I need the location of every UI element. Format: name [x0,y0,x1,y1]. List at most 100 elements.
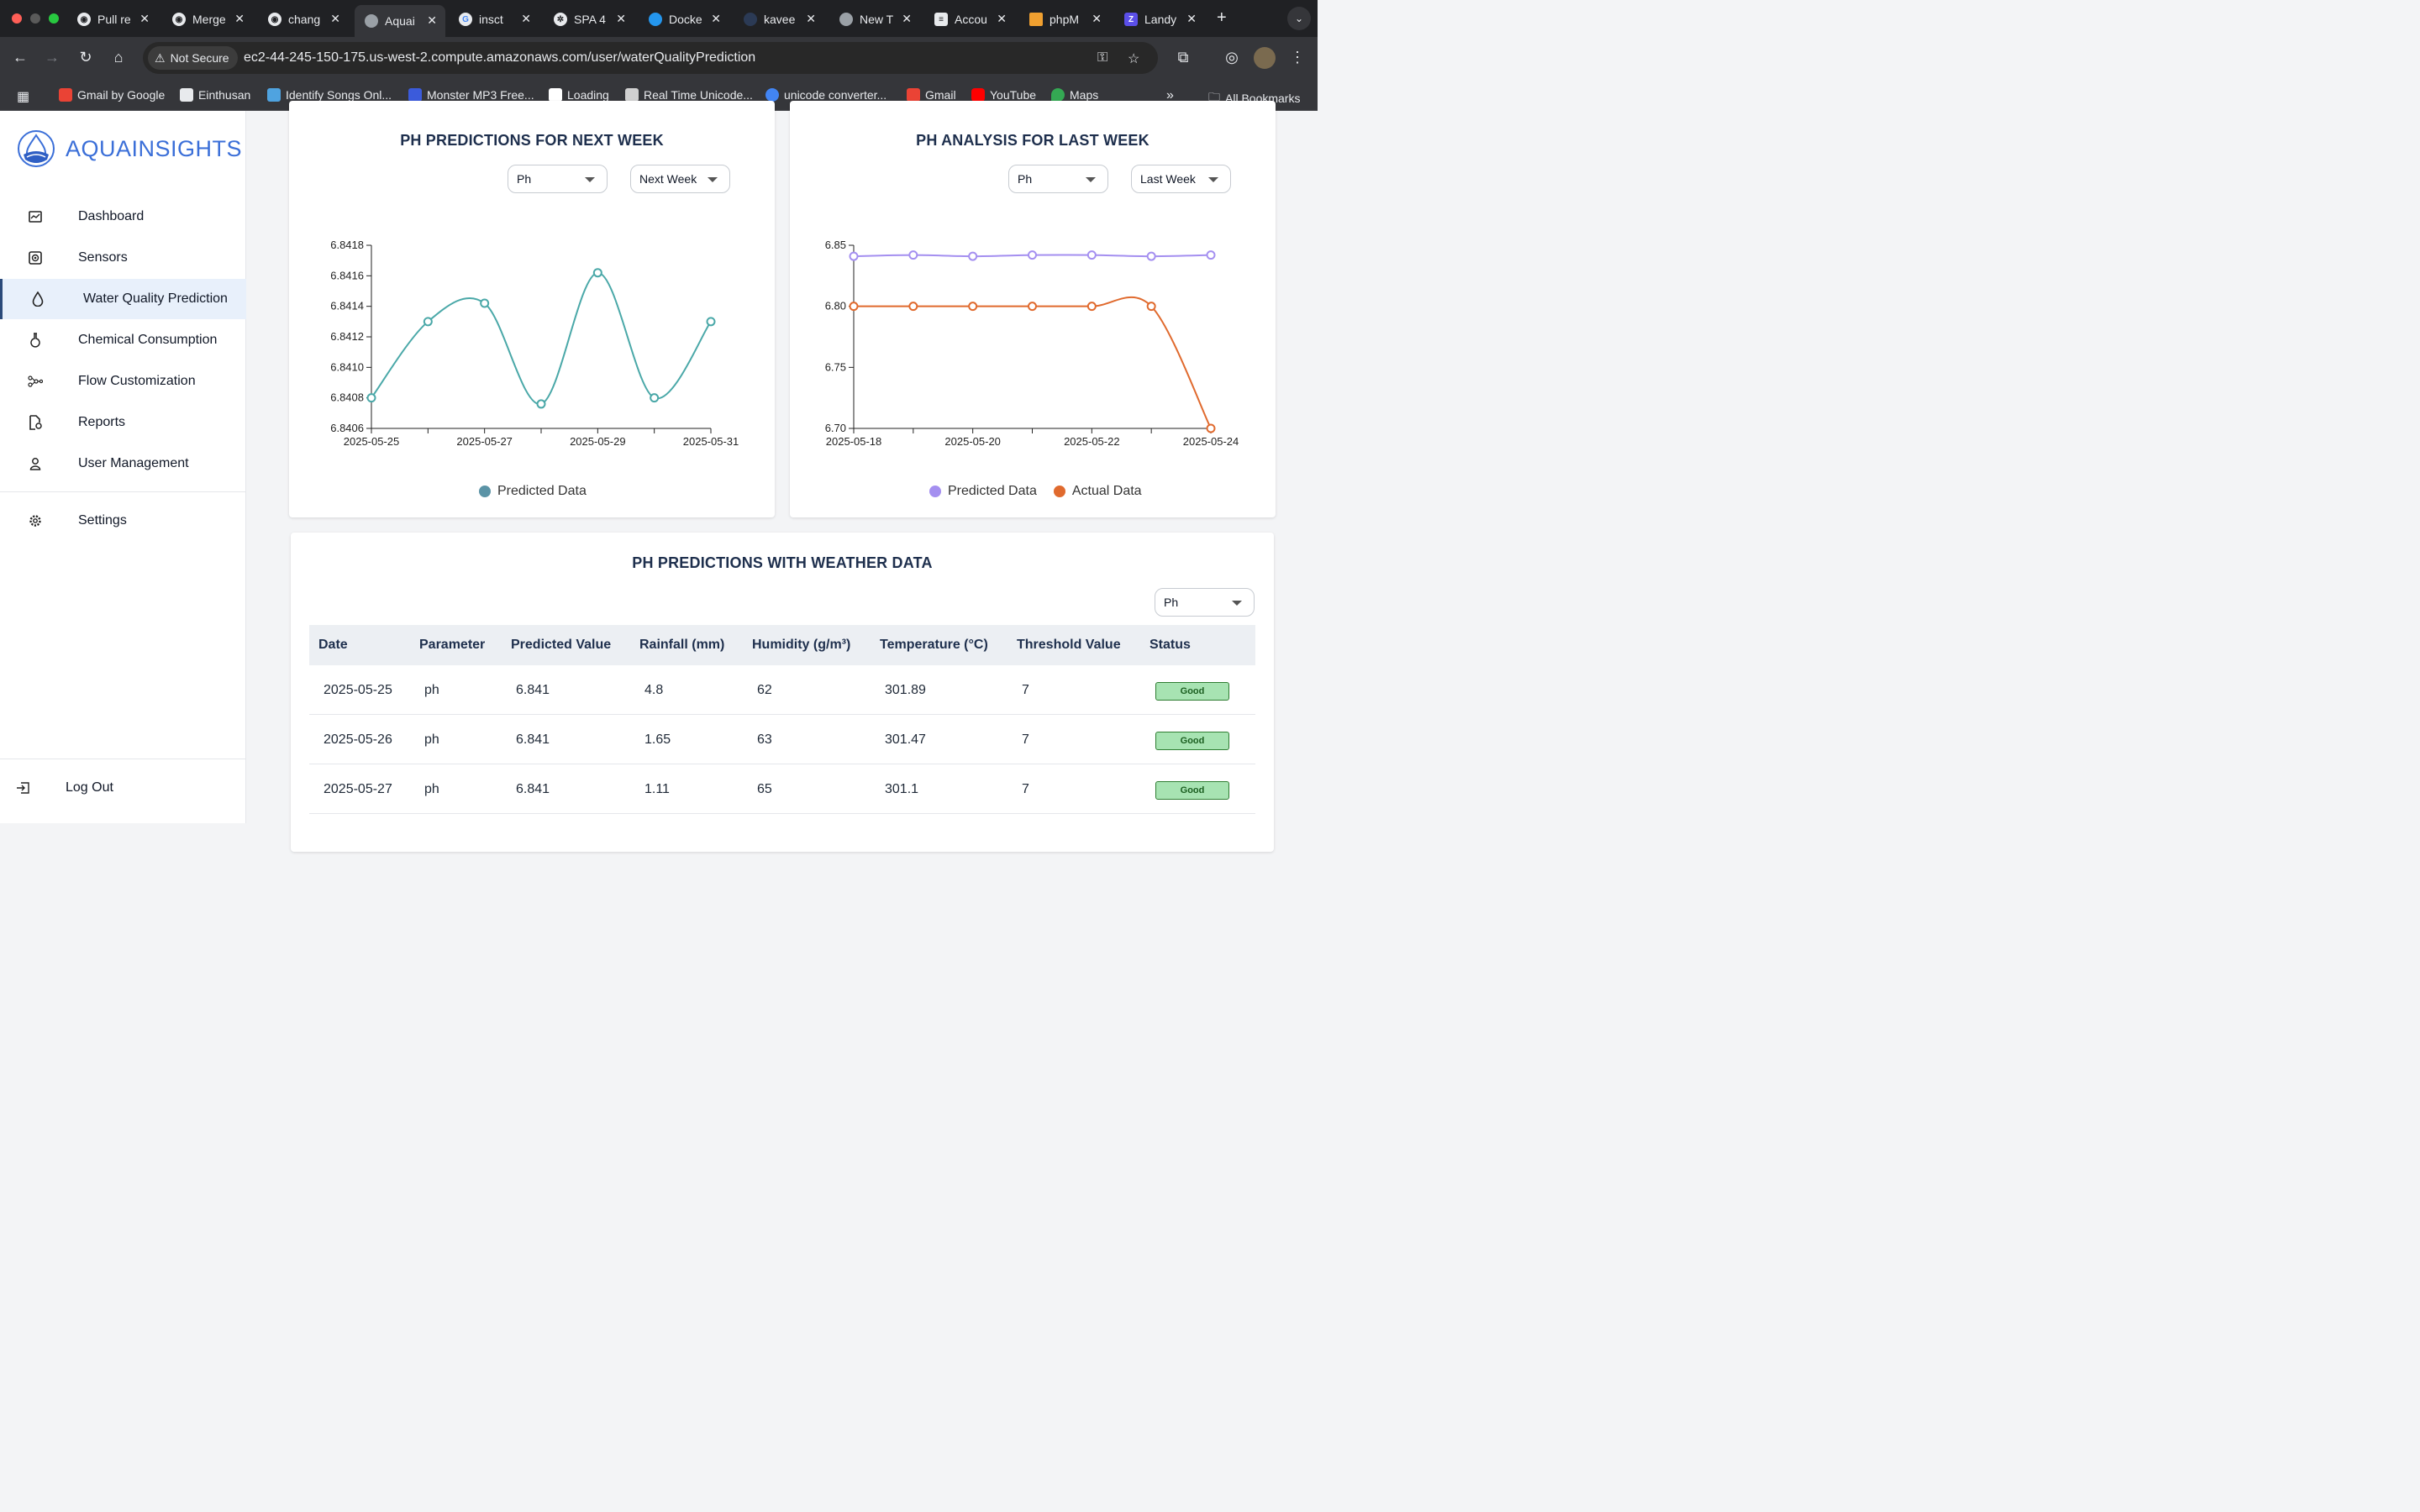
sidebar-item-reports[interactable]: Reports [0,402,246,443]
sidebar-item-flow-customization[interactable]: Flow Customization [0,361,246,402]
reload-icon[interactable]: ↻ [76,49,96,66]
bookmark-item[interactable]: unicode converter... [765,88,886,102]
sidebar-item-chemical-consumption[interactable]: Chemical Consumption [0,320,246,360]
close-tab-icon[interactable]: ✕ [427,13,437,28]
logo-text: AQUAINSIGHTS [66,135,243,161]
cell-parameter: ph [424,683,439,697]
key-icon[interactable]: ⚿ [1097,50,1107,66]
data-point [1028,250,1037,260]
column-header: Threshold Value [1017,638,1121,652]
home-icon[interactable]: ⌂ [108,49,129,66]
close-tab-icon[interactable]: ✕ [139,12,150,26]
column-header: Rainfall (mm) [639,638,725,652]
waveform-icon [267,88,281,102]
performance-icon[interactable]: ◎ [1222,49,1242,66]
close-window-button[interactable] [12,13,22,24]
water-drop-logo-icon [18,130,55,167]
logout-button[interactable]: Log Out [0,768,246,808]
close-tab-icon[interactable]: ✕ [234,12,245,26]
close-tab-icon[interactable]: ✕ [616,12,626,26]
x-tick-label: 2025-05-22 [1064,435,1120,448]
cell-rainfall: 1.11 [644,782,670,796]
cell-parameter: ph [424,782,439,796]
bookmark-item[interactable]: YouTube [971,88,1036,102]
cell-humidity: 65 [757,782,772,796]
close-tab-icon[interactable]: ✕ [330,12,340,26]
zoom-window-button[interactable] [49,13,59,24]
bookmark-item[interactable]: Gmail by Google [59,88,165,102]
next-week-prediction-card: PH PREDICTIONS FOR NEXT WEEK Ph Next Wee… [289,101,775,517]
sidebar-item-user-management[interactable]: User Management [0,444,246,484]
column-header: Predicted Value [511,638,612,652]
parameter-select[interactable]: Ph [1155,588,1255,617]
sidebar-item-settings[interactable]: Settings [0,501,246,541]
browser-tab[interactable]: Ginsct ✕ [449,7,539,32]
sidebar-item-water-quality-prediction[interactable]: Water Quality Prediction [0,279,246,319]
warning-icon: ⚠ [155,50,166,65]
close-tab-icon[interactable]: ✕ [902,12,912,26]
cell-predicted-value: 6.841 [516,683,550,697]
browser-tab[interactable]: Z Landy ✕ [1114,7,1205,32]
new-tab-icon[interactable]: + [1217,8,1227,28]
data-point [849,302,859,312]
security-indicator[interactable]: ⚠ Not Secure [148,46,238,70]
profile-avatar[interactable] [1254,47,1276,69]
x-tick-label: 2025-05-20 [944,435,1001,448]
forward-arrow-icon[interactable]: → [42,49,62,66]
sensor-icon [28,250,43,265]
column-header: Temperature (°C) [880,638,988,652]
close-tab-icon[interactable]: ✕ [711,12,721,26]
bookmark-item[interactable]: Identify Songs Onl... [267,88,392,102]
bookmark-item[interactable]: Einthusan [180,88,250,102]
browser-tab[interactable]: phpM ✕ [1019,7,1110,32]
cell-temperature: 301.89 [885,683,926,697]
close-tab-icon[interactable]: ✕ [806,12,816,26]
star-bookmark-icon[interactable]: ☆ [1128,50,1139,67]
browser-tab-active[interactable]: Aquai ✕ [355,5,445,37]
close-tab-icon[interactable]: ✕ [1186,12,1197,26]
close-tab-icon[interactable]: ✕ [521,12,531,26]
legend-swatch [929,486,941,497]
app-logo[interactable]: AQUAINSIGHTS [17,129,242,168]
data-point [1146,302,1156,312]
extensions-icon[interactable]: ⧉ [1173,49,1193,66]
kebab-menu-icon[interactable]: ⋮ [1287,49,1307,66]
browser-tab[interactable]: ◉ Merge ✕ [162,7,253,32]
bookmark-item[interactable]: Monster MP3 Free... [408,88,534,102]
gear-icon [28,513,43,528]
column-header: Status [1150,638,1191,652]
sidebar-item-sensors[interactable]: Sensors [0,238,246,278]
sidebar-item-dashboard[interactable]: Dashboard [0,197,246,237]
legend-swatch [1053,486,1065,497]
url-text[interactable]: ec2-44-245-150-175.us-west-2.compute.ama… [244,50,755,66]
back-arrow-icon[interactable]: ← [10,49,30,66]
address-bar[interactable]: ⚠ Not Secure ec2-44-245-150-175.us-west-… [143,42,1158,74]
gmail-icon [907,88,920,102]
browser-tab[interactable]: Docke ✕ [639,7,729,32]
data-point [849,251,859,261]
close-tab-icon[interactable]: ✕ [997,12,1007,26]
x-tick-label: 2025-05-27 [456,435,513,448]
youtube-icon [971,88,985,102]
apps-grid-icon[interactable]: ▦ [17,88,29,105]
close-tab-icon[interactable]: ✕ [1092,12,1102,26]
bookmark-item[interactable]: Maps [1051,88,1098,102]
browser-tab[interactable]: ≡ Accou ✕ [924,7,1015,32]
report-icon [28,415,43,430]
x-tick-label: 2025-05-24 [1183,435,1239,448]
browser-tab[interactable]: New T ✕ [829,7,920,32]
browser-toolbar: ← → ↻ ⌂ ⚠ Not Secure ec2-44-245-150-175.… [0,37,1318,81]
browser-tab[interactable]: ◉ Pull re ✕ [67,7,158,32]
flow-icon [28,374,43,389]
browser-tab[interactable]: kavee ✕ [734,7,824,32]
bookmark-item[interactable]: Real Time Unicode... [625,88,753,102]
y-tick-label: 6.8416 [330,269,364,281]
tab-search-chevron-icon[interactable]: ⌄ [1287,7,1311,30]
browser-tab[interactable]: ◉ chang ✕ [258,7,349,32]
caret-down-icon [1232,601,1242,606]
bookmark-item[interactable]: Loading [549,88,609,102]
einthusan-icon [180,88,193,102]
bookmark-item[interactable]: Gmail [907,88,956,102]
browser-tab[interactable]: ✲ SPA 4 ✕ [544,7,634,32]
minimize-window-button[interactable] [30,13,40,24]
